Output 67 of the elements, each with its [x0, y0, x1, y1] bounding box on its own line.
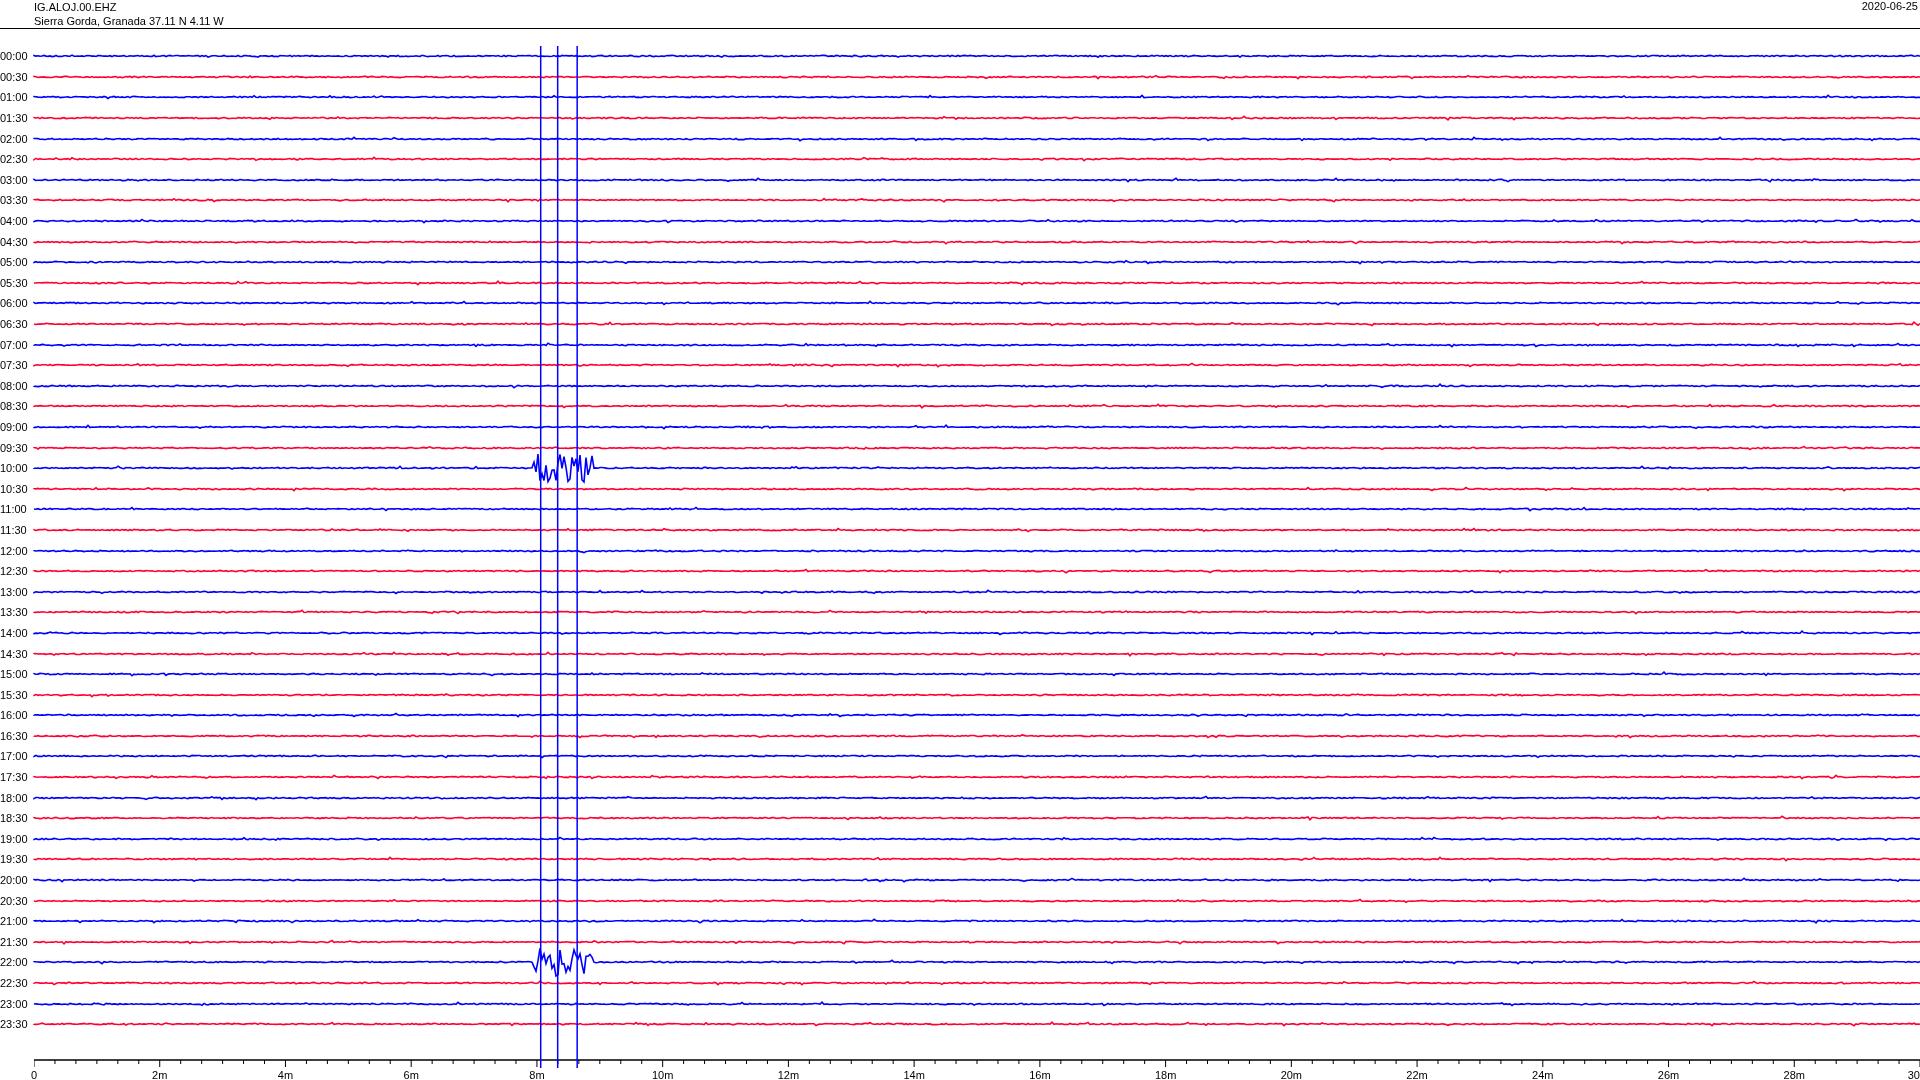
- time-label: 16:00: [0, 709, 29, 722]
- axis-label: 12m: [777, 1068, 800, 1080]
- time-label: 18:00: [0, 791, 29, 804]
- time-label: 13:00: [0, 585, 29, 598]
- time-label: 11:00: [0, 503, 28, 516]
- time-label: 04:00: [0, 215, 29, 228]
- axis-label: 20m: [1280, 1068, 1303, 1080]
- time-label: 11:30: [0, 523, 28, 536]
- time-label: 02:00: [0, 132, 29, 145]
- time-label: 18:30: [0, 812, 29, 825]
- time-label: 21:30: [0, 935, 29, 948]
- time-label: 10:30: [0, 482, 29, 495]
- time-label: 17:30: [0, 771, 29, 784]
- time-label: 01:00: [0, 91, 29, 104]
- time-label: 23:00: [0, 997, 29, 1010]
- time-label: 19:00: [0, 832, 29, 845]
- time-label: 05:30: [0, 276, 29, 289]
- time-label: 15:30: [0, 688, 29, 701]
- station-location: Sierra Gorda, Granada 37.11 N 4.11 W: [34, 14, 224, 28]
- time-label: 22:00: [0, 956, 29, 969]
- time-label: 19:30: [0, 853, 29, 866]
- axis-label: 2m: [152, 1068, 168, 1080]
- axis-label: 28m: [1783, 1068, 1805, 1080]
- time-label: 00:00: [0, 50, 29, 63]
- axis-label: 14m: [903, 1068, 925, 1080]
- time-label: 09:30: [0, 441, 29, 454]
- time-label: 04:30: [0, 235, 29, 248]
- time-label: 02:30: [0, 153, 29, 166]
- axis-label: 0: [30, 1068, 38, 1080]
- time-label: 20:30: [0, 894, 29, 907]
- time-label: 01:30: [0, 112, 29, 125]
- time-label: 13:30: [0, 606, 29, 619]
- time-label: 21:00: [0, 915, 29, 928]
- time-label: 16:30: [0, 729, 29, 742]
- time-label: 08:00: [0, 379, 29, 392]
- time-label: 07:00: [0, 338, 29, 351]
- time-label: 10:00: [0, 462, 29, 475]
- axis-label: 8m: [529, 1068, 545, 1080]
- axis-label: 10m: [651, 1068, 674, 1080]
- time-label: 17:00: [0, 750, 29, 763]
- axis-label: 22m: [1406, 1068, 1428, 1080]
- record-date: 2020-06-25: [1861, 0, 1918, 14]
- time-label: 12:00: [0, 544, 29, 557]
- axis-label: 16m: [1029, 1068, 1051, 1080]
- time-label: 12:30: [0, 565, 29, 578]
- station-code: IG.ALOJ.00.EHZ: [34, 0, 118, 14]
- time-label: 05:00: [0, 256, 29, 269]
- axis-label: 4m: [277, 1068, 294, 1080]
- time-label: 03:00: [0, 173, 29, 186]
- time-label: 20:00: [0, 874, 29, 887]
- time-label: 09:00: [0, 421, 29, 433]
- time-label: 06:30: [0, 318, 29, 330]
- time-label: 14:30: [0, 647, 29, 660]
- time-label: 15:00: [0, 668, 29, 681]
- time-label: 23:30: [0, 1018, 29, 1031]
- time-label: 00:30: [0, 70, 29, 83]
- time-label: 07:30: [0, 359, 29, 372]
- time-label: 22:30: [0, 977, 29, 989]
- time-label: 06:00: [0, 297, 29, 310]
- time-label: 14:00: [0, 626, 29, 639]
- time-label: 03:30: [0, 194, 29, 207]
- axis-label: 26m: [1657, 1068, 1680, 1080]
- axis-label: 30: [1907, 1068, 1920, 1080]
- axis-label: 18m: [1154, 1068, 1177, 1080]
- time-label: 08:30: [0, 400, 29, 413]
- axis-label: 24m: [1532, 1068, 1554, 1080]
- axis-label: 6m: [403, 1068, 419, 1080]
